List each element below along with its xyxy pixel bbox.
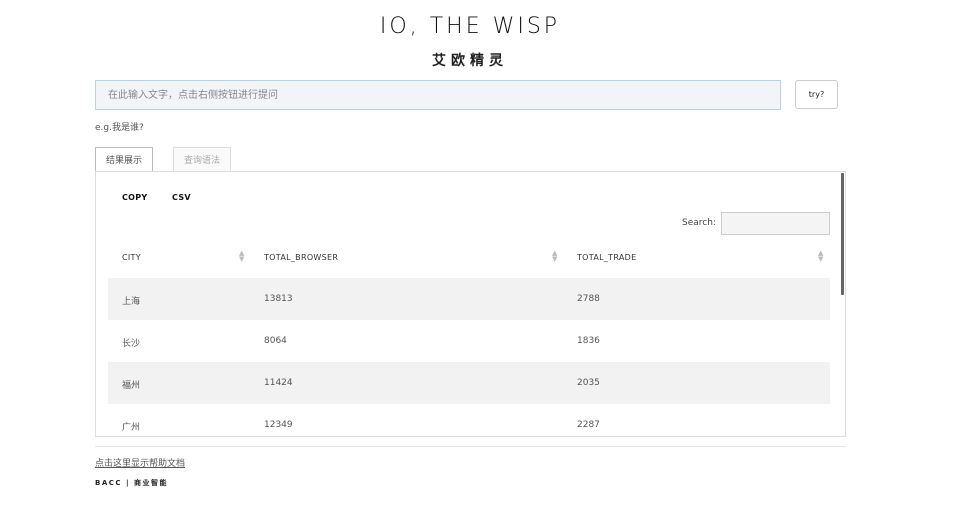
cell-total-browser: 12349	[264, 420, 293, 430]
cell-total-trade: 2035	[577, 378, 600, 388]
question-input[interactable]	[95, 80, 781, 110]
panel-scrollbar[interactable]	[841, 173, 844, 295]
tab-query-syntax[interactable]: 查询语法	[173, 147, 232, 171]
table-row: 福州 11424 2035	[108, 362, 830, 404]
search-label: Search:	[682, 218, 716, 228]
cell-total-trade: 2287	[577, 420, 600, 430]
sort-icon[interactable]: ▲ ▼	[818, 250, 824, 263]
app-subtitle: 艾欧精灵	[432, 53, 508, 69]
table-row: 长沙 8064 1836	[108, 320, 830, 362]
column-header-total-trade[interactable]: TOTAL_TRADE	[577, 253, 637, 262]
help-doc-link[interactable]: 点击这里显示帮助文档	[95, 456, 185, 469]
sort-icon[interactable]: ▲ ▼	[552, 250, 558, 263]
search-input[interactable]	[721, 212, 830, 235]
results-table: CITY ▲ ▼ TOTAL_BROWSER ▲ ▼ TOTAL_TRADE ▲ ▼ …	[108, 238, 830, 436]
cell-total-browser: 11424	[264, 378, 293, 388]
example-hint: e.g.我是谁?	[95, 123, 144, 133]
table-header: CITY ▲ ▼ TOTAL_BROWSER ▲ ▼ TOTAL_TRADE ▲ ▼	[108, 238, 830, 278]
cell-total-trade: 2788	[577, 294, 600, 304]
tab-results[interactable]: 结果展示	[95, 147, 154, 171]
column-header-city[interactable]: CITY	[122, 253, 141, 262]
cell-city: 福州	[122, 381, 141, 391]
csv-button[interactable]: CSV	[172, 193, 191, 202]
sort-icon[interactable]: ▲ ▼	[239, 250, 245, 263]
results-panel: COPY CSV Search: CITY ▲ ▼ TOTAL_BROWSER ▲…	[95, 171, 846, 437]
cell-city: 广州	[122, 423, 141, 433]
copy-button[interactable]: COPY	[122, 193, 148, 202]
cell-city: 长沙	[122, 339, 141, 349]
table-row: 广州 12349 2287	[108, 404, 830, 436]
cell-total-browser: 13813	[264, 294, 293, 304]
table-row: 上海 13813 2788	[108, 278, 830, 320]
cell-city: 上海	[122, 297, 141, 307]
try-button[interactable]: try?	[795, 80, 838, 109]
app-title: IO, THE WISP	[379, 14, 561, 39]
column-header-total-browser[interactable]: TOTAL_BROWSER	[264, 253, 338, 262]
divider	[95, 446, 846, 447]
footer-brand: BACC | 商业智能	[95, 479, 168, 487]
cell-total-browser: 8064	[264, 336, 287, 346]
cell-total-trade: 1836	[577, 336, 600, 346]
